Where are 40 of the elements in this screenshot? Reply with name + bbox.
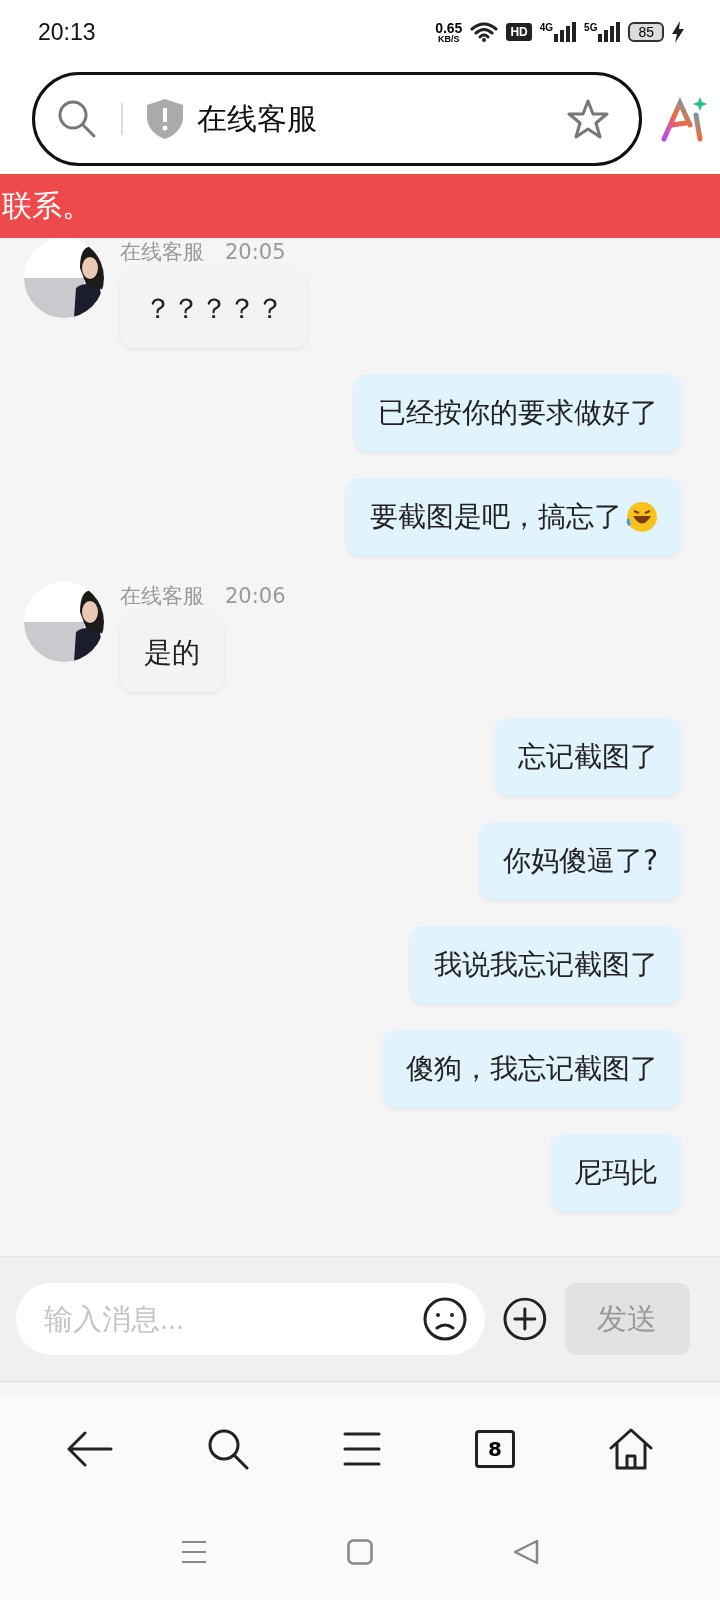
message-bubble: 你妈傻逼了? — [479, 822, 682, 900]
message-field[interactable]: 输入消息... — [16, 1283, 485, 1355]
network-type: 4G — [539, 22, 554, 33]
wifi-icon — [470, 21, 499, 43]
message-bubble: 忘记截图了 — [494, 718, 682, 796]
message-bubble: 尼玛比 — [550, 1134, 682, 1212]
message-bubble: 要截图是吧，搞忘了 — [346, 478, 682, 556]
signal-icon — [554, 22, 577, 42]
battery-level: 85 — [628, 22, 664, 42]
network-type: 5G — [584, 22, 598, 33]
home-icon[interactable] — [609, 1428, 653, 1470]
notice-banner: 联系。 — [0, 174, 720, 238]
message-input[interactable]: 输入消息... — [42, 1301, 423, 1337]
star-icon[interactable] — [567, 99, 609, 139]
hd-indicator: HD — [506, 23, 532, 41]
address-bar[interactable]: 在线客服 — [32, 72, 642, 166]
laughing-emoji-icon — [626, 501, 658, 533]
back-icon[interactable] — [513, 1539, 539, 1565]
charging-icon — [672, 21, 684, 43]
page-title: 在线客服 — [197, 99, 318, 138]
sad-face-icon[interactable] — [423, 1297, 467, 1341]
clock: 20:13 — [38, 18, 96, 46]
message-bubble: 傻狗，我忘记截图了 — [382, 1030, 682, 1108]
message-bubble: ？？？？？ — [120, 270, 308, 348]
home-button-icon[interactable] — [347, 1539, 373, 1565]
add-icon[interactable] — [503, 1297, 547, 1341]
message-bubble: 是的 — [120, 614, 224, 692]
sender-name: 在线客服 20:06 — [120, 583, 286, 610]
signal-icon — [598, 22, 621, 42]
menu-icon[interactable] — [343, 1431, 381, 1467]
message-bubble: 我说我忘记截图了 — [410, 926, 682, 1004]
message-bubble: 已经按你的要求做好了 — [354, 374, 682, 452]
network-speed: 0.65 KB/S — [435, 20, 463, 44]
sender-name: 在线客服 20:05 — [120, 239, 286, 266]
tab-count[interactable]: 8 — [475, 1430, 515, 1468]
search-icon[interactable] — [207, 1428, 249, 1470]
back-arrow-icon[interactable] — [67, 1431, 113, 1467]
search-icon — [57, 99, 97, 139]
ai-assistant-icon[interactable] — [660, 95, 708, 143]
shield-icon — [147, 99, 183, 139]
